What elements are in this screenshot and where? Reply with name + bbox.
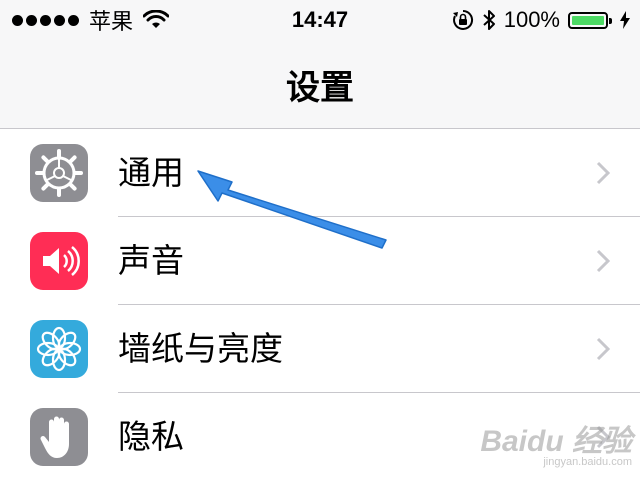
chevron-right-icon — [596, 249, 610, 273]
rotation-lock-icon — [452, 9, 473, 30]
watermark: Baidu 经验 jingyan.baidu.com — [480, 416, 632, 468]
settings-row-wallpaper[interactable]: 墙纸与亮度 — [0, 305, 640, 393]
settings-row-general[interactable]: 通用 — [0, 129, 640, 217]
speaker-icon — [30, 232, 88, 290]
gear-icon — [30, 144, 88, 202]
status-right: 100% — [452, 0, 630, 40]
watermark-logo: Baidu 经验 — [480, 425, 632, 458]
page-title: 设置 — [286, 68, 354, 108]
settings-row-label: 通用 — [118, 153, 184, 192]
status-bar: 苹果 14:47 100% — [0, 0, 640, 40]
battery-percent: 100% — [503, 7, 560, 32]
hand-icon — [30, 408, 88, 466]
chevron-right-icon — [596, 161, 610, 185]
settings-row-sounds[interactable]: 声音 — [0, 217, 640, 305]
settings-row-label: 声音 — [118, 241, 184, 280]
flower-icon — [30, 320, 88, 378]
settings-row-label: 隐私 — [118, 417, 184, 456]
settings-row-label: 墙纸与亮度 — [118, 329, 283, 368]
battery-icon — [568, 11, 612, 29]
charging-icon — [620, 11, 630, 29]
battery-fill — [572, 15, 604, 25]
chevron-right-icon — [596, 337, 610, 361]
bluetooth-icon — [483, 10, 495, 30]
nav-bar: 设置 — [0, 40, 640, 129]
